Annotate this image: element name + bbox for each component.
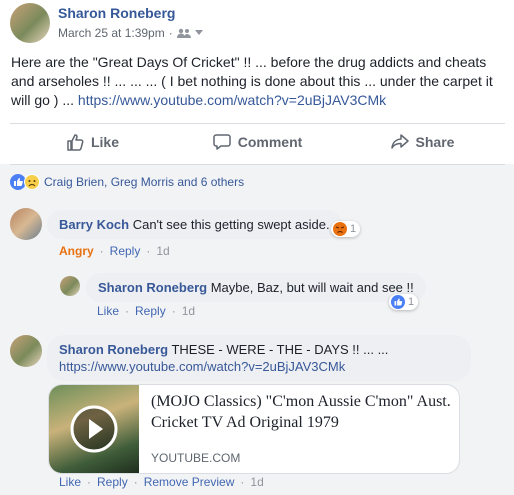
like-button[interactable]: Like [10,124,175,160]
reply-bubble: Sharon Roneberg Maybe, Baz, but will wai… [86,273,426,302]
play-icon[interactable] [70,405,118,453]
share-label: Share [415,134,455,150]
comment-age[interactable]: 1d [182,304,195,318]
comment-age[interactable]: 1d [156,244,169,258]
comment-text: Can't see this getting swept aside. [132,217,330,232]
comment-avatar[interactable] [10,208,42,240]
remove-preview-link[interactable]: Remove Preview [144,475,235,489]
reactions-summary[interactable]: Craig Brien, Greg Morris and 6 others [10,174,244,190]
reactions-text: Craig Brien, Greg Morris and 6 others [44,175,245,189]
comment-label: Comment [237,134,303,150]
video-thumbnail[interactable] [49,385,139,473]
reply-link[interactable]: Reply [97,475,128,489]
comment-reaction-pill[interactable]: 1 [331,221,361,237]
thumbs-up-icon [67,134,84,151]
like-link[interactable]: Like [59,475,81,489]
reply-reaction-pill[interactable]: 1 [389,294,419,310]
comment-icon [212,134,231,150]
post-body: Here are the "Great Days Of Cricket" !! … [11,53,506,110]
comment-author[interactable]: Barry Koch [59,217,129,232]
reply-link[interactable]: Reply [110,244,141,258]
reply-actions: Like · Reply · 1d [97,304,196,318]
post-timestamp[interactable]: March 25 at 1:39pm [58,26,165,40]
share-button[interactable]: Share [340,124,505,160]
reply-avatar[interactable] [60,276,80,296]
friends-icon[interactable] [176,28,191,38]
reply-author[interactable]: Sharon Roneberg [98,280,207,295]
comment-avatar[interactable] [10,335,42,367]
post-meta: March 25 at 1:39pm · [58,26,203,40]
link-card-source: YOUTUBE.COM [151,451,241,465]
action-bar: Like Comment Share [10,124,505,160]
share-icon [390,134,409,149]
comment-button[interactable]: Comment [175,124,340,160]
angry-reaction-link[interactable]: Angry [59,244,94,258]
like-link[interactable]: Like [97,304,119,318]
link-preview-card[interactable]: (MOJO Classics) "C'mon Aussie C'mon" Aus… [48,384,460,474]
post-author-avatar[interactable] [10,3,50,43]
angry-reaction-icon [333,222,347,236]
comment-bubble: Barry Koch Can't see this getting swept … [47,210,342,239]
reply-text: Maybe, Baz, but will wait and see !! [210,280,414,295]
comment-actions: Like · Reply · Remove Preview · 1d [59,475,264,489]
comment-author[interactable]: Sharon Roneberg [59,342,168,357]
comment-age[interactable]: 1d [250,475,263,489]
like-reaction-icon [391,295,405,309]
post-author-name[interactable]: Sharon Roneberg [58,5,175,21]
sad-reaction-icon [24,174,40,190]
reply-link[interactable]: Reply [135,304,166,318]
link-card-title[interactable]: (MOJO Classics) "C'mon Aussie C'mon" Aus… [151,391,451,433]
divider [10,164,505,165]
reaction-count: 1 [350,223,357,235]
comment-actions: Angry · Reply · 1d [59,244,170,258]
reaction-count: 1 [408,296,415,308]
comment-link[interactable]: https://www.youtube.com/watch?v=2uBjJAV3… [59,359,345,374]
comment-text: THESE - WERE - THE - DAYS !! ... ... [171,342,389,357]
post-link[interactable]: https://www.youtube.com/watch?v=2uBjJAV3… [78,92,386,108]
comment-bubble: Sharon Roneberg THESE - WERE - THE - DAY… [47,335,471,381]
like-label: Like [90,134,119,150]
chevron-down-icon[interactable] [194,30,203,36]
